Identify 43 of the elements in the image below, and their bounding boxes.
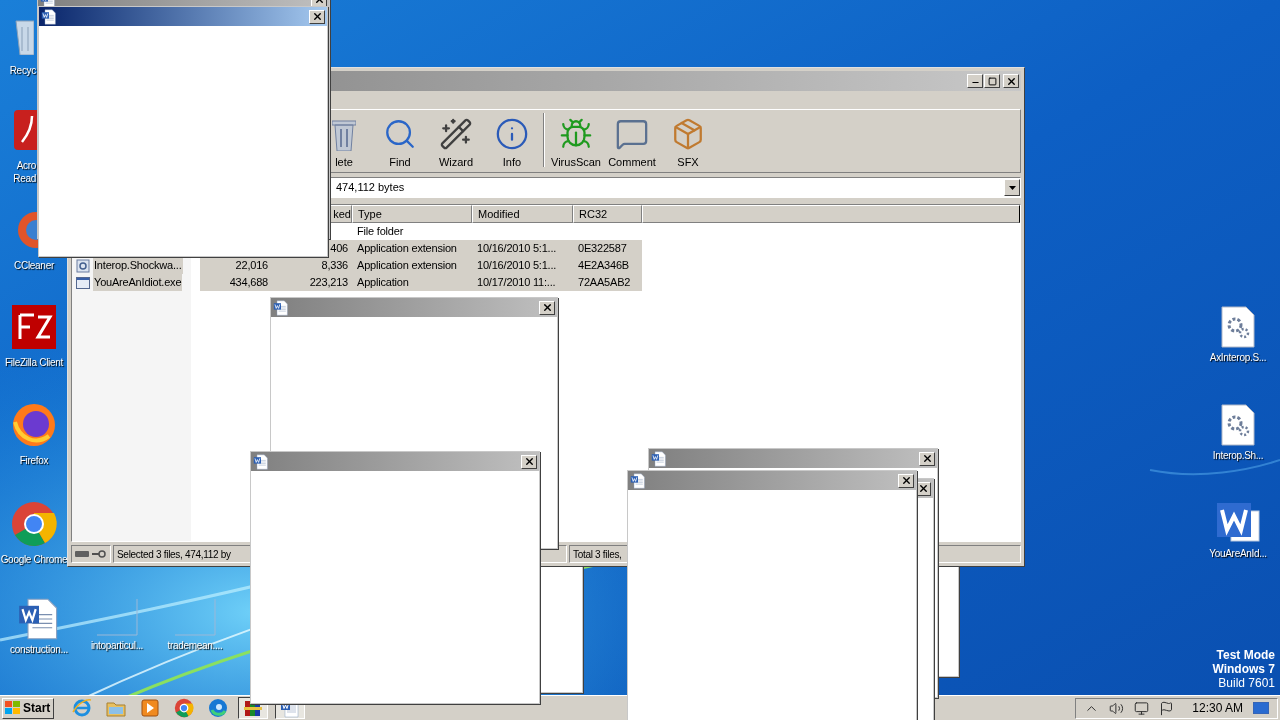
system-notice: Test Mode	[1216, 648, 1275, 662]
table-cell-text: 434,688	[228, 275, 268, 291]
status-text: Total 3 files,	[573, 547, 622, 562]
toolbar-button[interactable]: Find	[372, 116, 428, 170]
icon-label: Acro Read	[12, 159, 36, 185]
table-cell-text: 22,016	[234, 258, 268, 274]
icon-label: CCleaner	[14, 259, 54, 272]
icon-label: construction...	[10, 643, 68, 656]
table-cell-text: 10/17/2010 11:...	[476, 275, 557, 291]
start-button[interactable]: Start	[2, 697, 54, 719]
toolbar-button[interactable]: VirusScan	[548, 116, 604, 170]
file-name: YouAreAnIdiot.exe	[93, 274, 183, 291]
icon-label: AxInterop.S...	[1209, 351, 1267, 364]
table-cell-text: 10/16/2010 5:1...	[476, 258, 558, 274]
table-cell-text: 223,213	[308, 275, 349, 291]
status-text: Selected 3 files, 474,112 by	[117, 547, 231, 562]
icon-label: Google Chrome	[0, 553, 68, 566]
column-header[interactable]: Modified	[472, 205, 573, 223]
icon-label: YouAreAnId...	[1209, 547, 1267, 560]
icon-label: Recyc	[8, 64, 36, 77]
table-cell-text: 0E322587	[577, 241, 628, 257]
icon-label: Interop.Sh...	[1212, 449, 1264, 462]
table-cell-text: 4E2A346B	[577, 258, 630, 274]
toolbar-button[interactable]: Wizard	[428, 116, 484, 170]
icon-label: intoparticul...	[90, 639, 144, 652]
table-cell-text: Application extension	[356, 241, 458, 257]
icon-label: Firefox	[19, 454, 49, 467]
table-cell-text: Application extension	[356, 258, 458, 274]
table-cell-text: 72AA5AB2	[577, 275, 632, 291]
icon-label: FileZilla Client	[5, 356, 63, 369]
table-cell-text: 406	[329, 241, 349, 257]
toolbar-button[interactable]: SFX	[660, 116, 716, 170]
table-cell-text: 10/16/2010 5:1...	[476, 241, 558, 257]
clock: 12:30 AM	[1192, 700, 1243, 717]
table-cell-text: Application	[356, 275, 410, 291]
system-notice: Windows 7	[1212, 662, 1275, 676]
system-notice: Build 7601	[1218, 676, 1275, 690]
table-cell-text: 8,336	[320, 258, 349, 274]
toolbar-button[interactable]: Comment	[604, 116, 660, 170]
column-header[interactable]: Type	[352, 205, 472, 223]
table-cell-text: File folder	[356, 224, 405, 240]
toolbar-button[interactable]: Info	[484, 116, 540, 170]
column-header[interactable]: RC32	[573, 205, 642, 223]
